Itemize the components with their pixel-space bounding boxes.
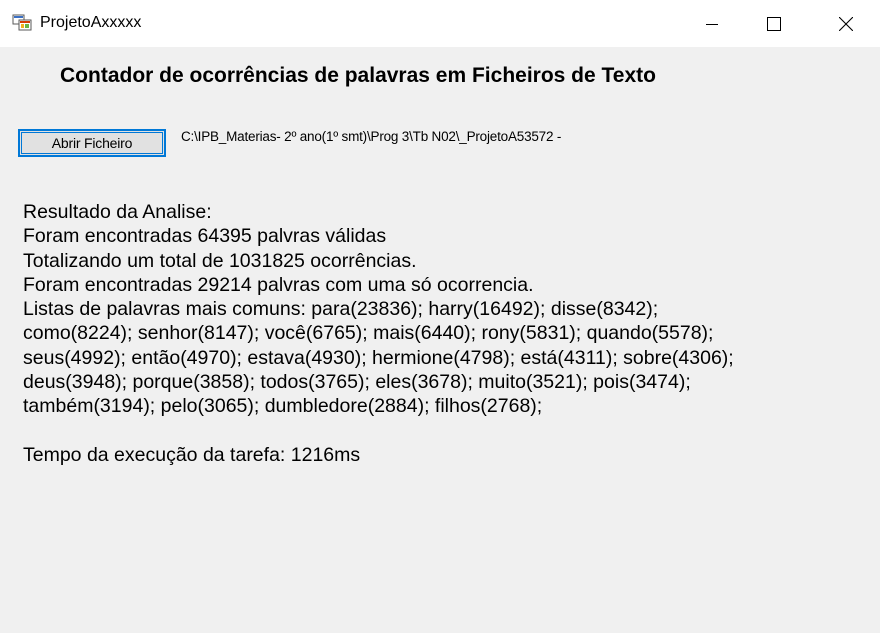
minimize-icon <box>706 23 718 25</box>
open-file-button-label: Abrir Ficheiro <box>51 135 133 151</box>
results-panel: Resultado da Analise: Foram encontradas … <box>23 200 873 467</box>
execution-time-text: Tempo da execução da tarefa: 1216ms <box>23 443 361 466</box>
valid-words-text: Foram encontradas 64395 palvras válidas <box>23 225 387 248</box>
file-path-label: C:\IPB_Materias- 2º ano(1º smt)\Prog 3\T… <box>181 129 562 144</box>
common-words-line: Listas de palavras mais comuns: para(238… <box>23 298 659 321</box>
results-header: Resultado da Analise: <box>23 201 212 223</box>
common-words-line: deus(3948); porque(3858); todos(3765); e… <box>23 371 691 394</box>
page-title: Contador de ocorrências de palavras em F… <box>60 64 656 87</box>
common-words-line: também(3194); pelo(3065); dumbledore(288… <box>23 395 543 418</box>
total-occurrences-text: Totalizando um total de 1031825 ocorrênc… <box>23 249 417 272</box>
single-occurrence-text: Foram encontradas 29214 palvras com uma … <box>23 273 534 296</box>
close-icon <box>839 16 853 31</box>
maximize-icon <box>767 16 781 31</box>
window-title: ProjetoAxxxxx <box>40 14 142 31</box>
maximize-button[interactable] <box>751 0 797 47</box>
close-button[interactable] <box>823 0 869 47</box>
app-window: ProjetoAxxxxx Contador de ocorrências de… <box>0 0 880 633</box>
common-words-line: seus(4992); então(4970); estava(4930); h… <box>23 346 734 369</box>
common-words-line: como(8224); senhor(8147); você(6765); ma… <box>23 322 714 345</box>
title-bar[interactable]: ProjetoAxxxxx <box>0 0 880 47</box>
minimize-button[interactable] <box>689 0 735 47</box>
open-file-button[interactable]: Abrir Ficheiro <box>18 129 166 157</box>
app-icon <box>12 13 32 31</box>
